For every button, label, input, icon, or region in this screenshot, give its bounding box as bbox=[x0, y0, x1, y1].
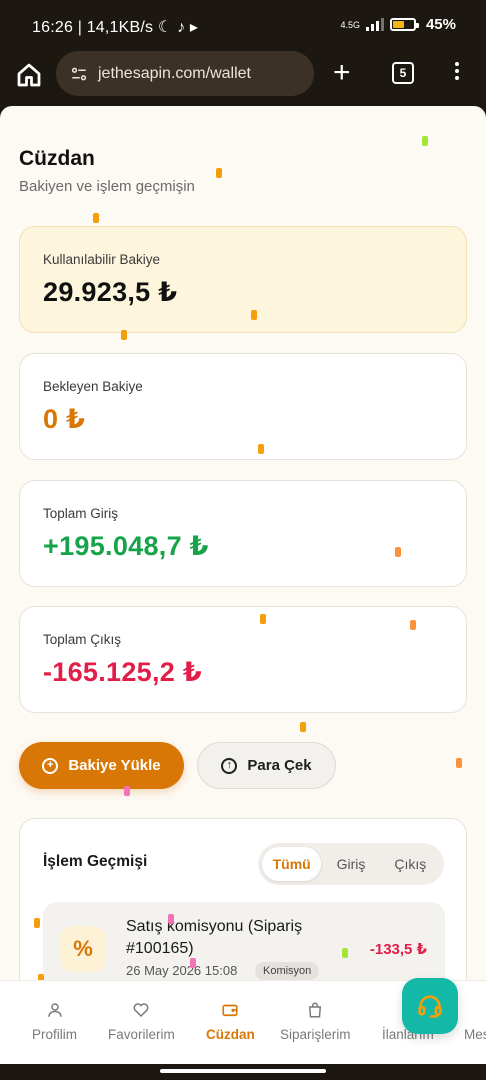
nav-item-favorites[interactable]: Favorilerim bbox=[108, 981, 175, 1065]
history-title: İşlem Geçmişi bbox=[43, 853, 148, 870]
confetti-piece bbox=[251, 310, 257, 320]
confetti-piece bbox=[456, 758, 462, 768]
battery-icon bbox=[389, 18, 419, 31]
nav-label-orders: Siparişlerim bbox=[280, 1027, 351, 1042]
user-icon bbox=[47, 1003, 62, 1017]
pending-balance-value: 0 ₺ bbox=[43, 404, 86, 434]
nav-item-wallet[interactable]: Cüzdan bbox=[206, 981, 255, 1065]
nav-label-messages: Mes bbox=[464, 1027, 486, 1042]
withdraw-label: Para Çek bbox=[247, 757, 312, 774]
nav-label-wallet: Cüzdan bbox=[206, 1027, 255, 1042]
page-subtitle: Bakiyen ve işlem geçmişin bbox=[19, 178, 195, 195]
status-bar: 16:26 | 14,1KB/s ☾ ♪ ▸ 4.5G 45% bbox=[0, 0, 486, 50]
confetti-piece bbox=[258, 444, 264, 454]
total-out-card: Toplam Çıkış -165.125,2 ₺ bbox=[19, 606, 467, 713]
total-out-value: -165.125,2 ₺ bbox=[43, 657, 202, 687]
site-settings-icon[interactable] bbox=[70, 65, 88, 83]
transaction-title: Satış komisyonu (Sipariş #100165) bbox=[126, 918, 303, 957]
deposit-button[interactable]: + Bakiye Yükle bbox=[19, 742, 184, 789]
history-filter: Tümü Giriş Çıkış bbox=[258, 843, 444, 885]
transaction-amount: -133,5 ₺ bbox=[369, 941, 427, 958]
gesture-bar bbox=[0, 1064, 486, 1080]
tab-count: 5 bbox=[399, 66, 407, 80]
deposit-label: Bakiye Yükle bbox=[68, 757, 161, 774]
transaction-date: 26 May 2026 15:08 bbox=[126, 963, 238, 978]
support-chat-button[interactable] bbox=[402, 978, 458, 1034]
wallet-icon bbox=[222, 1004, 238, 1017]
confetti-piece bbox=[93, 213, 99, 223]
total-in-label: Toplam Giriş bbox=[43, 506, 119, 521]
confetti-piece bbox=[395, 547, 401, 557]
status-time: 16:26 | 14,1KB/s ☾ ♪ ▸ bbox=[32, 19, 199, 36]
url-text: jethesapin.com/wallet bbox=[98, 64, 251, 82]
confetti-piece bbox=[342, 948, 348, 958]
withdraw-button[interactable]: ↑ Para Çek bbox=[197, 742, 336, 789]
transaction-badge: Komisyon bbox=[255, 962, 320, 980]
confetti-piece bbox=[422, 136, 428, 146]
signal-icon bbox=[365, 18, 384, 31]
nav-item-profile[interactable]: Profilim bbox=[32, 981, 77, 1065]
status-indicators: 4.5G 45% bbox=[340, 16, 456, 33]
confetti-piece bbox=[216, 168, 222, 178]
confetti-piece bbox=[410, 620, 416, 630]
available-balance-label: Kullanılabilir Bakiye bbox=[43, 252, 161, 267]
confetti-piece bbox=[121, 330, 127, 340]
browser-toolbar: jethesapin.com/wallet + 5 bbox=[0, 50, 486, 106]
battery-percent: 45% bbox=[425, 16, 456, 33]
nav-item-orders[interactable]: Siparişlerim bbox=[280, 981, 351, 1065]
filter-in-tab[interactable]: Giriş bbox=[321, 847, 380, 881]
nav-label-profile: Profilim bbox=[32, 1027, 78, 1042]
available-balance-card: Kullanılabilir Bakiye 29.923,5 ₺ bbox=[19, 226, 467, 333]
headset-icon bbox=[418, 995, 442, 1018]
nav-label-favorites: Favorilerim bbox=[108, 1027, 175, 1042]
confetti-piece bbox=[300, 722, 306, 732]
confetti-piece bbox=[124, 786, 130, 796]
confetti-piece bbox=[190, 958, 196, 968]
network-label: 4.5G bbox=[340, 19, 360, 30]
pending-balance-label: Bekleyen Bakiye bbox=[43, 379, 143, 394]
wallet-page: Cüzdan Bakiyen ve işlem geçmişin Kullanı… bbox=[0, 106, 486, 1064]
pending-balance-card: Bekleyen Bakiye 0 ₺ bbox=[19, 353, 467, 460]
nav-item-messages[interactable]: Mes bbox=[464, 981, 486, 1065]
heart-icon bbox=[133, 1003, 149, 1018]
shopping-bag-icon bbox=[309, 1002, 322, 1018]
total-out-label: Toplam Çıkış bbox=[43, 632, 122, 647]
home-icon[interactable] bbox=[14, 60, 44, 90]
filter-out-tab[interactable]: Çıkış bbox=[381, 847, 440, 881]
tab-switcher-button[interactable]: 5 bbox=[392, 62, 414, 84]
home-indicator bbox=[160, 1069, 326, 1073]
filter-all-tab[interactable]: Tümü bbox=[262, 847, 322, 881]
message-icon bbox=[468, 1001, 486, 1019]
percent-icon: % bbox=[60, 926, 106, 972]
confetti-piece bbox=[260, 614, 266, 624]
confetti-piece bbox=[34, 918, 40, 928]
arrow-up-circle-icon: ↑ bbox=[221, 757, 238, 774]
available-balance-value: 29.923,5 ₺ bbox=[43, 277, 178, 307]
confetti-piece bbox=[168, 914, 174, 924]
plus-circle-icon: + bbox=[42, 757, 59, 774]
total-in-value: +195.048,7 ₺ bbox=[43, 531, 209, 561]
overflow-menu-icon[interactable] bbox=[452, 62, 462, 80]
url-bar[interactable]: jethesapin.com/wallet bbox=[56, 51, 314, 96]
page-title: Cüzdan bbox=[19, 147, 95, 170]
new-tab-icon[interactable]: + bbox=[333, 58, 351, 88]
total-in-card: Toplam Giriş +195.048,7 ₺ bbox=[19, 480, 467, 587]
